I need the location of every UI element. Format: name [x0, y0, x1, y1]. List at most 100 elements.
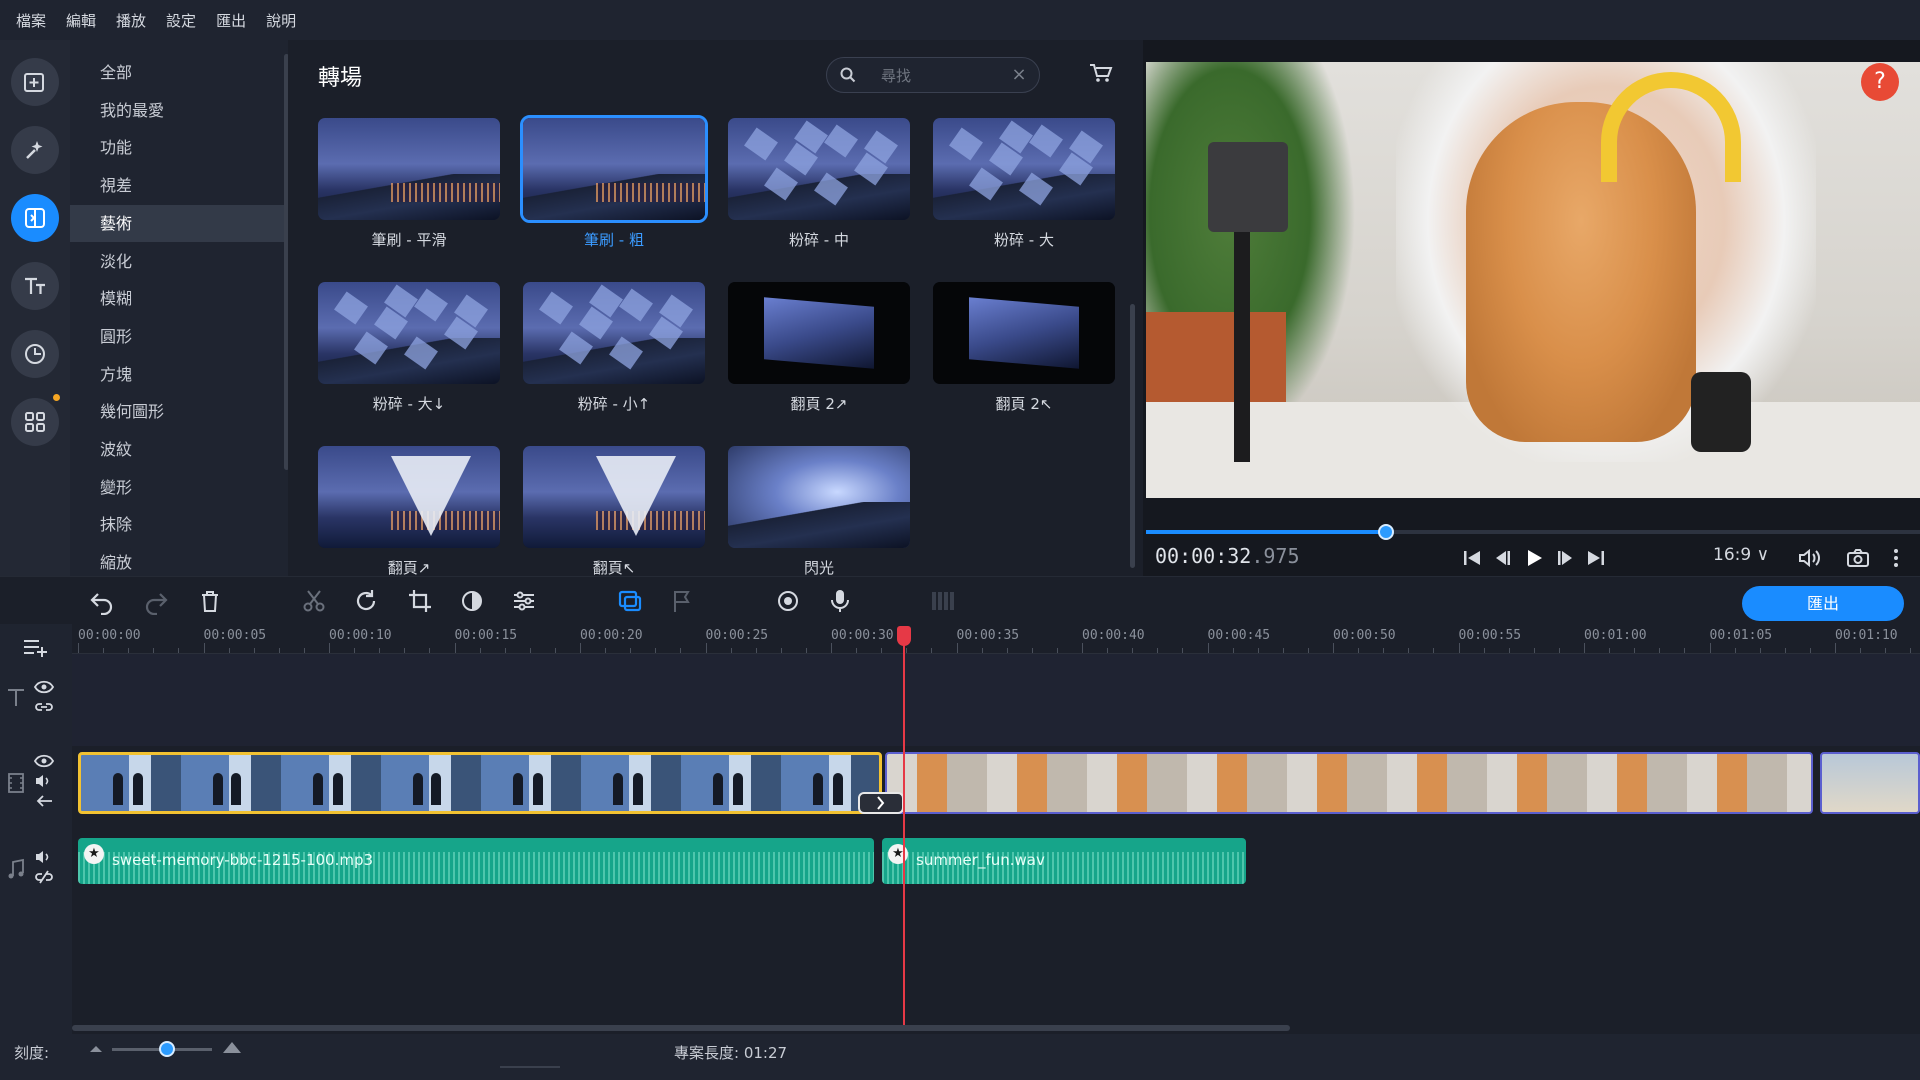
add-track-icon[interactable] — [22, 636, 50, 660]
category-item[interactable]: 縮放 — [70, 544, 284, 576]
menu-item[interactable]: 編輯 — [66, 10, 96, 31]
ruler-label: 00:00:10 — [329, 628, 392, 643]
delete-icon[interactable] — [196, 587, 224, 615]
menu-item[interactable]: 設定 — [166, 10, 196, 31]
export-button[interactable]: 匯出 — [1742, 586, 1904, 621]
tool-rail — [0, 40, 70, 576]
help-button[interactable]: ? — [1861, 63, 1899, 101]
playhead-line — [903, 634, 905, 1026]
category-item[interactable]: 功能 — [70, 129, 284, 166]
arrow-left-icon[interactable] — [34, 794, 54, 808]
snapshot-icon[interactable] — [1846, 546, 1870, 570]
category-item[interactable]: 淡化 — [70, 243, 284, 280]
clear-search-button[interactable]: × — [1009, 64, 1029, 86]
transition-marker[interactable] — [858, 792, 904, 814]
more-tools-button[interactable] — [11, 398, 59, 446]
transition-tile[interactable]: 粉碎 - 小↑ — [523, 282, 705, 414]
stickers-button[interactable] — [11, 330, 59, 378]
transition-tile[interactable]: 翻頁 2↖ — [933, 282, 1115, 414]
category-item[interactable]: 抹除 — [70, 506, 284, 543]
transition-tile[interactable]: 粉碎 - 大 — [933, 118, 1115, 250]
transition-tile[interactable]: 筆刷 - 平滑 — [318, 118, 500, 250]
skip-start-icon[interactable] — [1460, 546, 1484, 570]
menu-item[interactable]: 檔案 — [16, 10, 46, 31]
frame-back-icon[interactable] — [1490, 546, 1514, 570]
menu-item[interactable]: 說明 — [266, 10, 296, 31]
link-icon[interactable] — [34, 700, 54, 714]
marker-icon[interactable] — [668, 587, 696, 615]
category-item[interactable]: 方塊 — [70, 356, 284, 393]
crop-icon[interactable] — [406, 587, 434, 615]
zoom-out-icon[interactable] — [88, 1042, 104, 1054]
cart-icon[interactable] — [1088, 60, 1114, 86]
visibility-icon[interactable] — [34, 754, 54, 768]
transition-label: 翻頁↖ — [592, 559, 636, 576]
menu-item[interactable]: 匯出 — [216, 10, 246, 31]
transition-tile[interactable]: 閃光 — [728, 446, 910, 576]
time-ruler[interactable]: 00:00:00 00:00:05 00:00:10 00:00:15 00:00:20… — [72, 624, 1920, 654]
transition-tile[interactable]: 筆刷 - 粗 — [520, 115, 708, 250]
volume-icon[interactable] — [34, 774, 54, 788]
volume-icon[interactable] — [1797, 546, 1821, 570]
volume-icon[interactable] — [34, 850, 54, 864]
audio-clip[interactable]: ★ summer_fun.wav — [882, 838, 1246, 884]
transition-tile[interactable]: 翻頁 2↗ — [728, 282, 910, 414]
gallery-scrollbar[interactable] — [1130, 304, 1135, 568]
clip-properties-icon[interactable] — [510, 587, 538, 615]
category-item[interactable]: 視差 — [70, 167, 284, 204]
title-track[interactable] — [72, 654, 1920, 746]
titles-button[interactable] — [11, 262, 59, 310]
zoom-handle[interactable] — [159, 1041, 175, 1057]
category-item[interactable]: 變形 — [70, 469, 284, 506]
effects-button[interactable] — [11, 126, 59, 174]
microphone-icon[interactable] — [826, 587, 854, 615]
category-item[interactable]: 藝術 — [70, 204, 284, 242]
transition-tile[interactable]: 粉碎 - 中 — [728, 118, 910, 250]
zoom-in-icon[interactable] — [222, 1040, 242, 1054]
video-clip-cat[interactable] — [885, 752, 1813, 814]
transitions-button[interactable] — [11, 194, 59, 242]
star-icon: ★ — [84, 844, 104, 864]
category-item[interactable]: 全部 — [70, 54, 284, 91]
search-icon — [840, 67, 856, 83]
video-preview[interactable] — [1146, 62, 1920, 498]
color-adjust-icon[interactable] — [458, 587, 486, 615]
seek-bar[interactable] — [1146, 524, 1920, 540]
transition-tile[interactable]: 粉碎 - 大↓ — [318, 282, 500, 414]
rotate-icon[interactable] — [352, 587, 380, 615]
audio-levels-icon[interactable] — [928, 587, 956, 615]
category-item[interactable]: 波紋 — [70, 431, 284, 468]
cut-icon[interactable] — [300, 587, 328, 615]
seek-handle[interactable] — [1377, 524, 1394, 540]
import-icon — [24, 73, 44, 92]
audio-clip[interactable]: ★ sweet-memory-bbc-1215-100.mp3 — [78, 838, 874, 884]
unlink-icon[interactable] — [34, 870, 54, 884]
transition-tile[interactable]: 翻頁↖ — [523, 446, 705, 576]
playhead-handle[interactable] — [897, 626, 911, 646]
ruler-label: 00:00:15 — [454, 628, 518, 643]
import-button[interactable] — [11, 58, 59, 106]
transition-label: 粉碎 - 中 — [789, 231, 849, 249]
transition-tile[interactable]: 翻頁↗ — [318, 446, 500, 576]
undo-icon[interactable] — [88, 587, 116, 615]
search-input[interactable] — [881, 64, 1011, 88]
menu-item[interactable]: 播放 — [116, 10, 146, 31]
record-screen-icon[interactable] — [774, 587, 802, 615]
category-item[interactable]: 我的最愛 — [70, 92, 284, 129]
aspect-ratio-select[interactable]: 16:9 ∨ — [1713, 545, 1769, 565]
video-clip-beach[interactable] — [1820, 752, 1920, 814]
transition-wizard-icon[interactable] — [616, 587, 644, 615]
clock-icon — [25, 344, 45, 364]
video-clip-silhouettes[interactable] — [78, 752, 882, 814]
more-options-icon[interactable] — [1884, 546, 1908, 570]
ruler-label: 00:00:55 — [1458, 628, 1522, 643]
category-item[interactable]: 幾何圖形 — [70, 393, 284, 430]
timeline-scrollbar[interactable] — [72, 1025, 1290, 1031]
skip-end-icon[interactable] — [1584, 546, 1608, 570]
frame-forward-icon[interactable] — [1554, 546, 1578, 570]
play-icon[interactable] — [1522, 546, 1546, 570]
category-item[interactable]: 模糊 — [70, 280, 284, 317]
visibility-icon[interactable] — [34, 680, 54, 694]
category-item[interactable]: 圓形 — [70, 318, 284, 355]
redo-icon[interactable] — [142, 587, 170, 615]
